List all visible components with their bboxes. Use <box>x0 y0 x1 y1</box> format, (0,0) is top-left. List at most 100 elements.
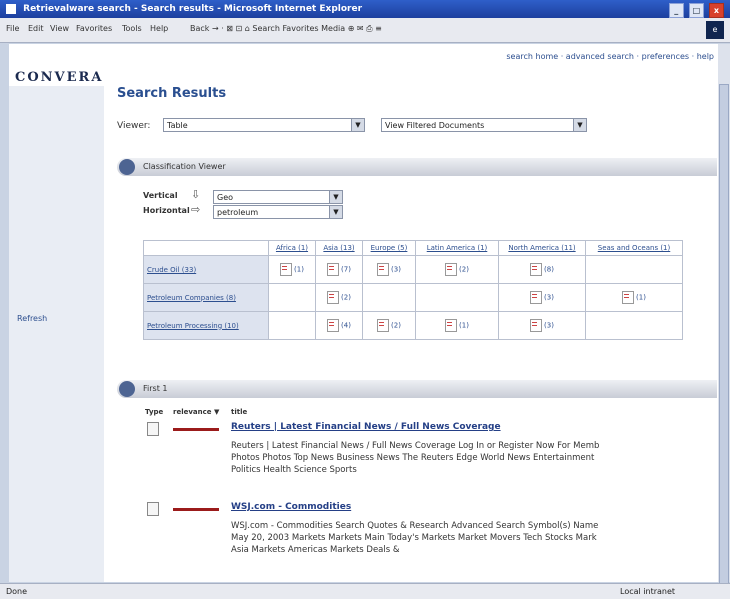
document-icon <box>327 291 340 304</box>
table-cell[interactable]: (7) <box>315 255 363 284</box>
minimize-button[interactable]: _ <box>668 3 684 18</box>
table-row: Crude Oil (33) (1) (7) (3) (2) (8) <box>143 255 683 284</box>
row-header[interactable]: Petroleum Companies (8) <box>143 283 269 312</box>
table-cell[interactable]: (3) <box>362 255 416 284</box>
cell-count: (4) <box>341 321 351 330</box>
convera-logo: CONVERA <box>15 70 104 85</box>
vertical-label: Vertical <box>143 191 178 200</box>
col-type-header: Type <box>145 408 164 416</box>
table-cell <box>585 255 683 284</box>
column-header[interactable]: Seas and Oceans (1) <box>585 240 683 256</box>
cell-count: (7) <box>341 265 351 274</box>
nav-item-refresh[interactable]: Refresh <box>17 314 47 323</box>
table-cell <box>362 283 416 312</box>
table-cell[interactable]: (1) <box>415 311 499 340</box>
column-header[interactable]: Europe (5) <box>362 240 416 256</box>
page-title: Search Results <box>117 86 227 101</box>
menu-edit[interactable]: Edit <box>28 24 44 33</box>
chevron-down-icon: ▼ <box>329 191 342 203</box>
window-title-bar: Retrievalware search - Search results - … <box>0 0 730 18</box>
collapse-icon[interactable] <box>119 159 135 175</box>
table-cell <box>415 283 499 312</box>
document-icon <box>530 263 543 276</box>
cell-count: (2) <box>341 293 351 302</box>
cell-count: (1) <box>459 321 469 330</box>
table-cell[interactable]: (8) <box>498 255 586 284</box>
document-icon <box>530 291 543 304</box>
left-nav: Refresh <box>9 86 104 582</box>
table-cell <box>585 311 683 340</box>
classification-title: Classification Viewer <box>143 162 226 171</box>
document-icon <box>445 319 458 332</box>
chevron-down-icon: ▼ <box>573 119 586 131</box>
document-icon <box>377 319 390 332</box>
cell-count: (3) <box>544 321 554 330</box>
classification-section-header[interactable]: Classification Viewer <box>117 158 717 176</box>
table-cell <box>268 283 316 312</box>
table-cell[interactable]: (4) <box>315 311 363 340</box>
menu-help[interactable]: Help <box>150 24 168 33</box>
vertical-scrollbar[interactable] <box>718 44 730 584</box>
relevance-bar <box>173 428 219 431</box>
horizontal-select-value: petroleum <box>217 208 259 217</box>
zone-text: Local intranet <box>620 587 676 596</box>
vertical-select[interactable]: Geo ▼ <box>213 190 343 204</box>
cell-count: (2) <box>459 265 469 274</box>
document-icon <box>622 291 635 304</box>
results-section-title: First 1 <box>143 384 168 393</box>
col-relevance-header[interactable]: relevance ▼ <box>173 408 219 416</box>
table-cell[interactable]: (3) <box>498 311 586 340</box>
viewer-select-value: Table <box>167 121 188 130</box>
result-snippet: WSJ.com - Commodities Search Quotes & Re… <box>231 521 599 555</box>
document-icon <box>280 263 293 276</box>
row-header[interactable]: Crude Oil (33) <box>143 255 269 284</box>
table-cell[interactable]: (1) <box>585 283 683 312</box>
cell-count: (1) <box>636 293 646 302</box>
browser-icon <box>6 3 16 14</box>
column-header[interactable]: Latin America (1) <box>415 240 499 256</box>
menu-favorites[interactable]: Favorites <box>76 24 112 33</box>
menu-file[interactable]: File <box>6 24 19 33</box>
horizontal-select[interactable]: petroleum ▼ <box>213 205 343 219</box>
result-snippet: Reuters | Latest Financial News / Full N… <box>231 441 600 475</box>
table-cell[interactable]: (3) <box>498 283 586 312</box>
horizontal-arrow-icon: ⇨ <box>191 203 201 216</box>
nav-buttons[interactable]: Back → · ⊠ ⊡ ⌂ Search Favorites Media ⊕ … <box>190 24 382 34</box>
menu-tools[interactable]: Tools <box>122 24 142 33</box>
column-header[interactable]: Africa (1) <box>268 240 316 256</box>
horizontal-label: Horizontal <box>143 206 190 215</box>
column-header[interactable]: North America (11) <box>498 240 586 256</box>
cell-count: (2) <box>391 321 401 330</box>
viewer-select[interactable]: Table ▼ <box>163 118 365 132</box>
column-header[interactable]: Asia (13) <box>315 240 363 256</box>
result-title-link[interactable]: WSJ.com - Commodities <box>231 502 351 512</box>
table-cell <box>268 311 316 340</box>
table-cell[interactable]: (1) <box>268 255 316 284</box>
document-icon <box>377 263 390 276</box>
row-header[interactable]: Petroleum Processing (10) <box>143 311 269 340</box>
cell-count: (3) <box>544 293 554 302</box>
page-content: search home · advanced search · preferen… <box>9 44 718 582</box>
menu-view[interactable]: View <box>50 24 69 33</box>
results-section-header[interactable]: First 1 <box>117 380 717 398</box>
close-button[interactable]: x <box>709 3 724 18</box>
table-cell[interactable]: (2) <box>315 283 363 312</box>
table-corner <box>143 240 269 256</box>
document-icon <box>445 263 458 276</box>
table-cell[interactable]: (2) <box>362 311 416 340</box>
chevron-down-icon: ▼ <box>351 119 364 131</box>
viewer-label: Viewer: <box>117 121 151 131</box>
document-icon <box>327 319 340 332</box>
result-title-link[interactable]: Reuters | Latest Financial News / Full N… <box>231 422 501 432</box>
cell-count: (8) <box>544 265 554 274</box>
document-icon <box>147 422 159 436</box>
cell-count: (3) <box>391 265 401 274</box>
top-links[interactable]: search home · advanced search · preferen… <box>506 52 714 61</box>
collapse-icon[interactable] <box>119 381 135 397</box>
scrollbar-thumb[interactable] <box>719 84 729 584</box>
filter-select[interactable]: View Filtered Documents ▼ <box>381 118 587 132</box>
vertical-select-value: Geo <box>217 193 234 202</box>
table-cell[interactable]: (2) <box>415 255 499 284</box>
col-title-header[interactable]: title <box>231 408 247 416</box>
maximize-button[interactable]: □ <box>688 3 704 18</box>
